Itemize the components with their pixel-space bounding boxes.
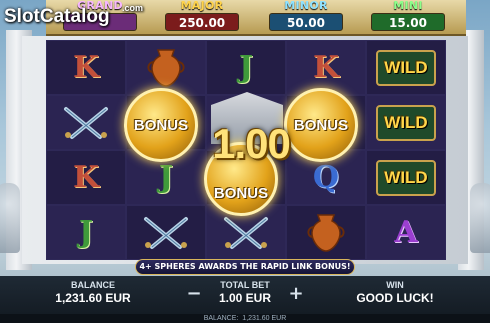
decrease-bet-button[interactable]: − xyxy=(184,285,204,305)
symbol-k: K xyxy=(46,150,126,205)
jackpot-minor: MINOR 50.00 xyxy=(266,0,346,34)
win-label: WIN xyxy=(386,280,404,290)
jackpot-minor-value: 50.00 xyxy=(269,13,343,31)
crossed-swords-icon xyxy=(46,95,126,150)
symbol-letter: J xyxy=(78,215,94,250)
balance-value: 1,231.60 EUR xyxy=(55,291,131,305)
wild-label: WILD xyxy=(376,49,436,86)
symbol-wild: WILD xyxy=(366,95,446,150)
bonus-sphere: BONUS xyxy=(124,88,198,162)
total-bet-display: TOTAL BET 1.00 EUR xyxy=(210,280,280,305)
symbol-letter: K xyxy=(72,50,100,85)
crossed-swords-icon xyxy=(126,205,206,260)
watermark-brand: SlotCatalog xyxy=(4,6,110,27)
symbol-letter: K xyxy=(312,50,340,85)
symbol-k: K xyxy=(286,40,366,95)
symbol-wild: WILD xyxy=(366,150,446,205)
symbol-a: A xyxy=(366,205,446,260)
symbol-j: J xyxy=(46,205,126,260)
urn-icon xyxy=(126,40,206,95)
watermark-suffix: .com xyxy=(122,3,144,13)
status-bar: BALANCE: 1,231.60 EUR xyxy=(0,314,490,323)
symbol-letter: K xyxy=(72,160,100,195)
jackpot-mini: MINI 15.00 xyxy=(368,0,448,34)
win-value: GOOD LUCK! xyxy=(356,291,434,305)
info-banner: 4+ SPHERES AWARDS THE RAPID LINK BONUS! xyxy=(135,259,355,275)
bonus-label: BONUS xyxy=(213,184,269,202)
jackpot-minor-label: MINOR xyxy=(284,0,328,12)
win-display: WIN GOOD LUCK! xyxy=(345,280,445,305)
symbol-letter: J xyxy=(238,50,254,85)
bonus-label: BONUS xyxy=(133,116,189,134)
jackpot-mini-value: 15.00 xyxy=(371,13,445,31)
right-statue xyxy=(470,183,490,253)
balance-label: BALANCE xyxy=(71,280,115,290)
symbol-k: K xyxy=(46,40,126,95)
symbol-wild: WILD xyxy=(366,40,446,95)
jackpot-major-value: 250.00 xyxy=(165,13,239,31)
urn-icon xyxy=(286,205,366,260)
bonus-value: 1.00 xyxy=(212,120,291,167)
status-balance-value: 1,231.60 EUR xyxy=(242,315,287,322)
symbol-letter: A xyxy=(394,215,418,250)
symbol-letter: Q xyxy=(312,160,340,195)
bottom-bar: BALANCE 1,231.60 EUR − TOTAL BET 1.00 EU… xyxy=(0,276,490,314)
status-balance-label: BALANCE: xyxy=(203,315,239,322)
watermark-logo: SlotCatalog .com xyxy=(4,3,143,28)
symbol-letter: J xyxy=(158,160,174,195)
increase-bet-button[interactable]: + xyxy=(286,285,306,305)
wild-label: WILD xyxy=(376,159,436,196)
jackpot-major: MAJOR 250.00 xyxy=(162,0,242,34)
balance-display: BALANCE 1,231.60 EUR xyxy=(48,280,138,305)
wild-label: WILD xyxy=(376,104,436,141)
jackpot-major-label: MAJOR xyxy=(180,0,224,12)
jackpot-mini-label: MINI xyxy=(393,0,423,12)
total-bet-label: TOTAL BET xyxy=(220,280,270,290)
left-statue xyxy=(0,183,20,253)
symbol-j: J xyxy=(206,40,286,95)
total-bet-value: 1.00 EUR xyxy=(218,291,272,305)
